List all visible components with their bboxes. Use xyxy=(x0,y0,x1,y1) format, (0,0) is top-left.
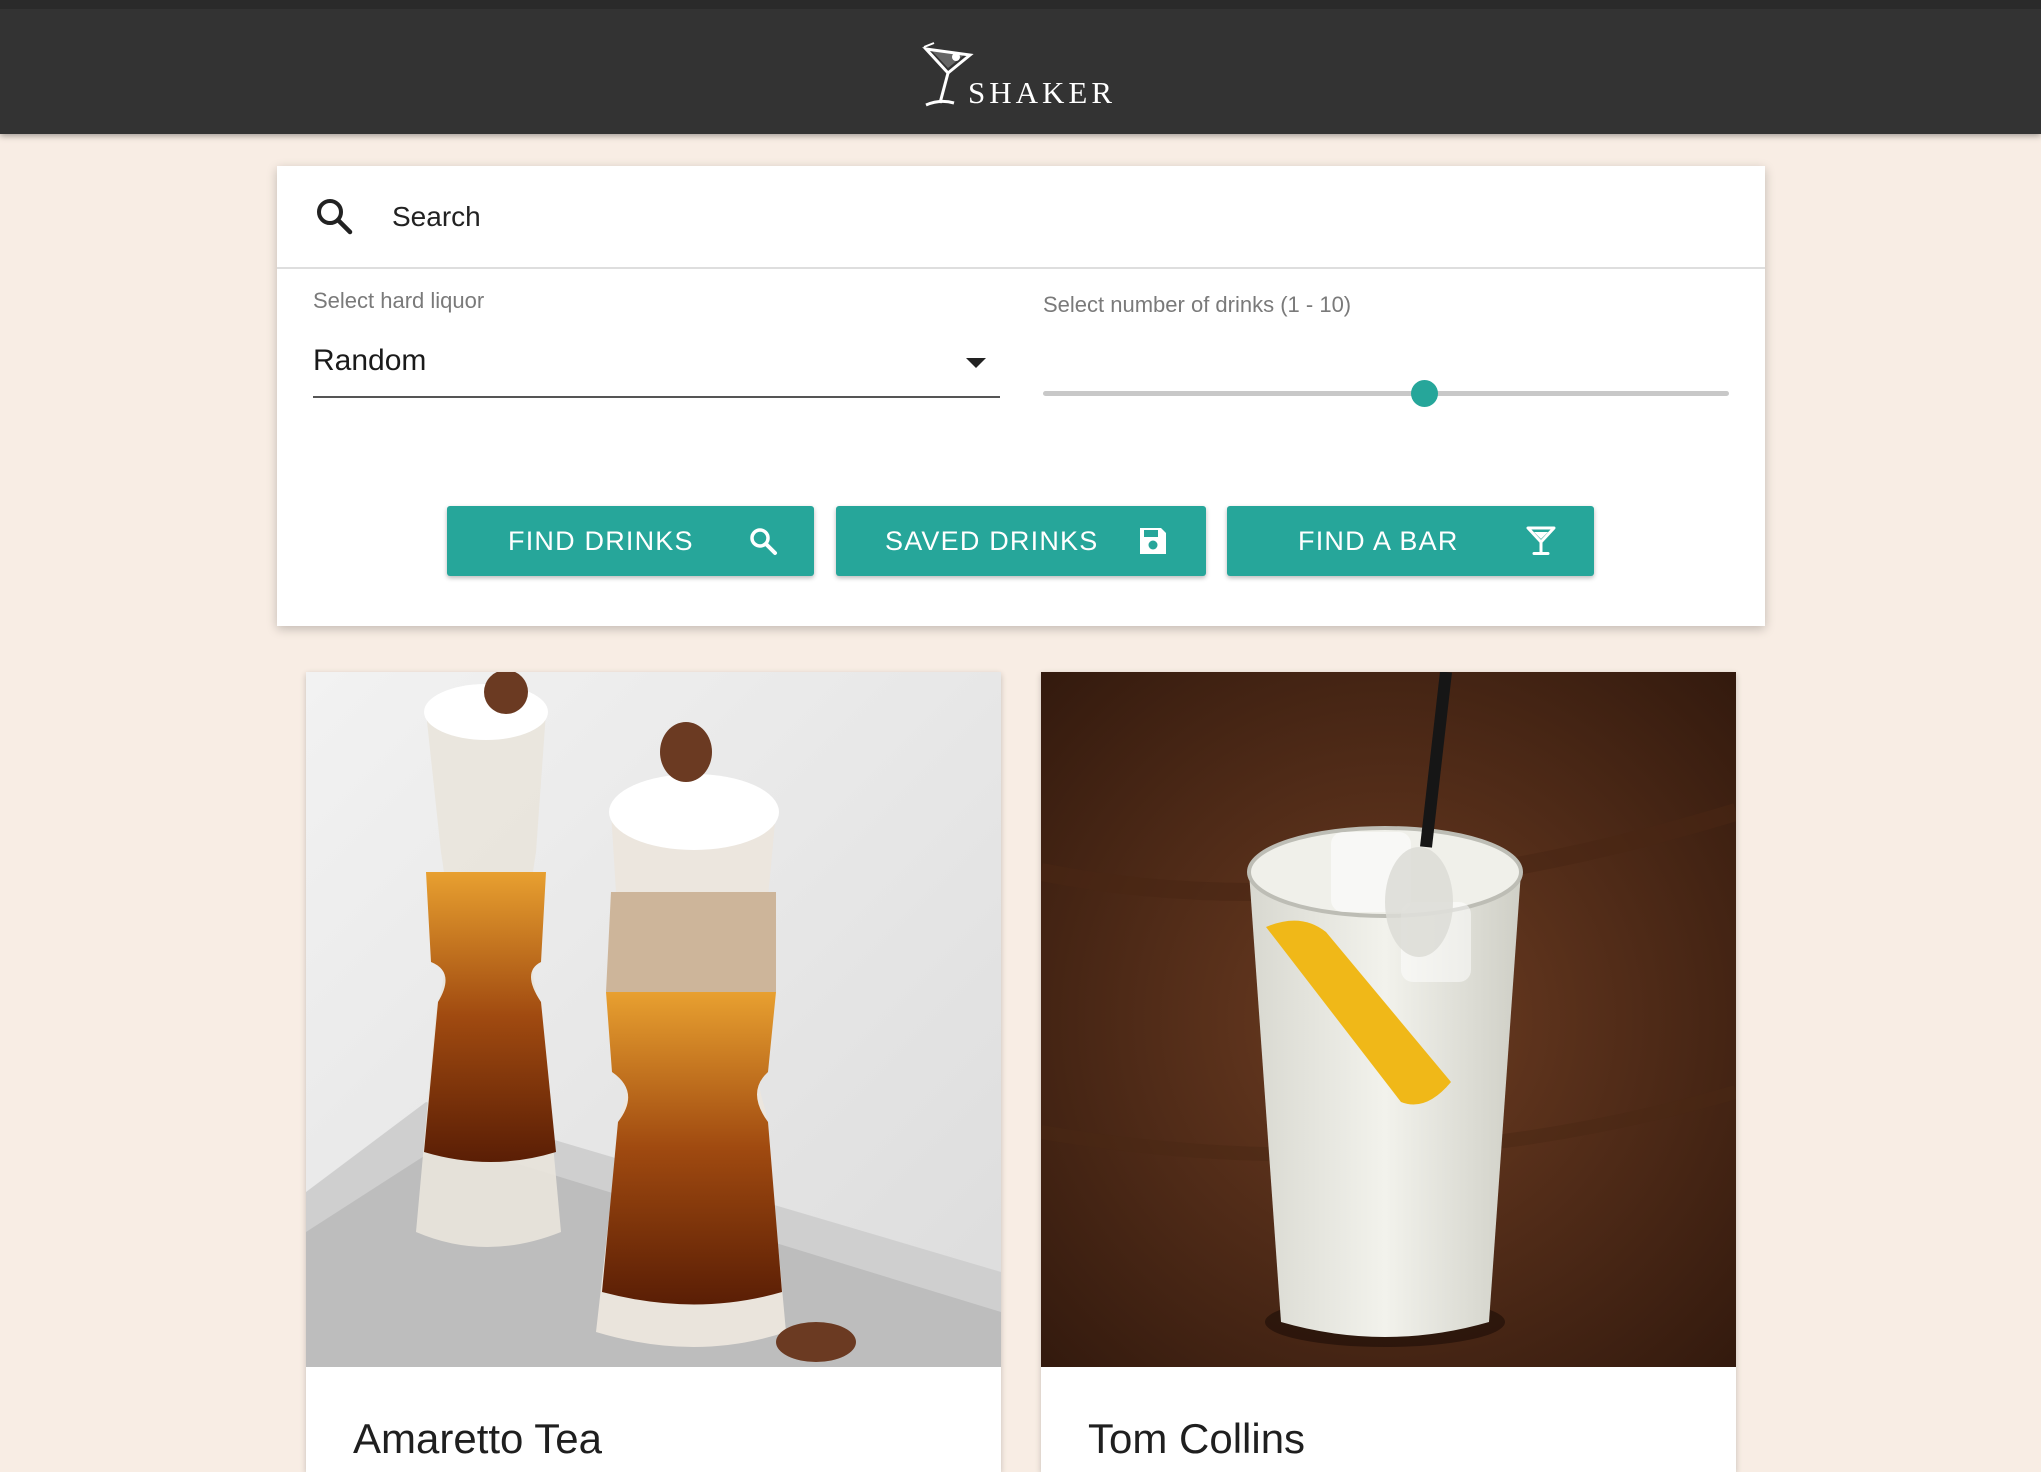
drink-name: Tom Collins xyxy=(1088,1415,1306,1462)
find-drinks-label: FIND DRINKS xyxy=(508,526,694,556)
search-icon xyxy=(750,528,777,555)
drink-photo xyxy=(306,672,1001,1367)
slider-thumb[interactable] xyxy=(1411,380,1439,407)
slider-track[interactable] xyxy=(1043,391,1729,396)
saved-drinks-button[interactable]: SAVED DRINKS xyxy=(836,506,1206,576)
drink-name: Amaretto Tea xyxy=(353,1415,603,1462)
liquor-select[interactable]: Random xyxy=(313,336,1000,398)
saved-drinks-label: SAVED DRINKS xyxy=(885,526,1099,556)
chevron-down-icon xyxy=(966,358,986,368)
drinks-count-slider[interactable] xyxy=(1043,378,1729,408)
top-app-bar: SHAKER xyxy=(0,0,2041,134)
brand-logo[interactable]: SHAKER xyxy=(920,39,1130,119)
find-drinks-button[interactable]: FIND DRINKS xyxy=(447,506,814,576)
drink-card[interactable]: Amaretto Tea xyxy=(306,672,1001,1472)
drinks-count-label: Select number of drinks (1 - 10) xyxy=(1043,292,1352,317)
search-icon xyxy=(317,199,353,235)
liquor-select-label: Select hard liquor xyxy=(313,288,485,313)
cocktail-glass-icon xyxy=(1526,526,1556,555)
search-panel: Select hard liquor Random Select number … xyxy=(277,166,1765,626)
liquor-select-value: Random xyxy=(313,344,427,377)
find-a-bar-button[interactable]: FIND A BAR xyxy=(1227,506,1594,576)
save-icon xyxy=(1140,528,1166,554)
search-bar xyxy=(277,166,1765,269)
find-a-bar-label: FIND A BAR xyxy=(1298,526,1459,556)
search-input[interactable] xyxy=(390,191,1734,243)
drink-card[interactable]: Tom Collins xyxy=(1041,672,1736,1472)
drink-photo xyxy=(1041,672,1736,1367)
brand-name: SHAKER xyxy=(968,75,1117,110)
